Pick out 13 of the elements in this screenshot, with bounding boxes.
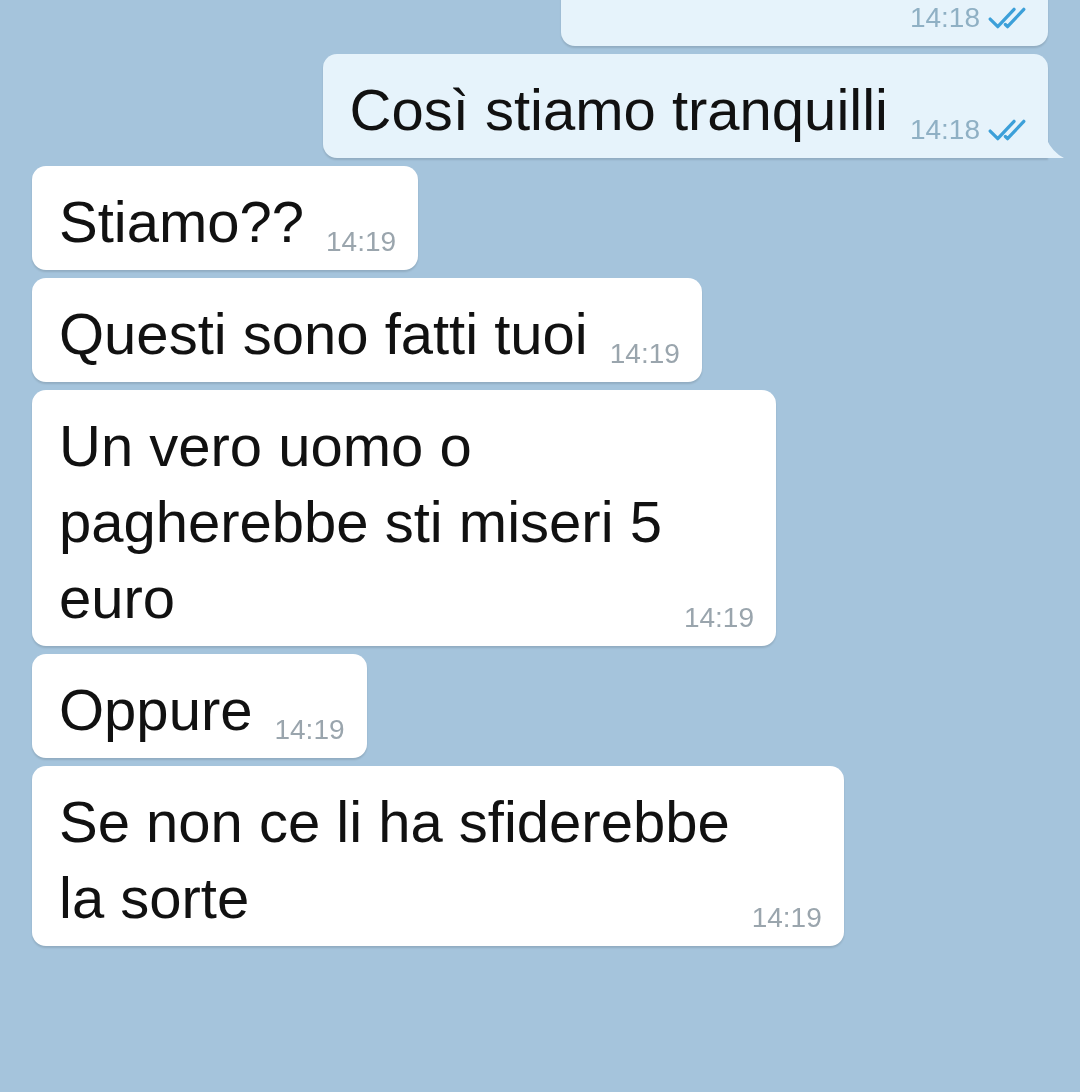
message-time: 14:18 bbox=[909, 2, 980, 34]
message-text: Un vero uomo o pagherebbe sti miseri 5 euro bbox=[59, 412, 662, 632]
message-time: 14:19 bbox=[609, 338, 680, 370]
message-time: 14:19 bbox=[326, 226, 397, 258]
message-time: 14:19 bbox=[683, 602, 754, 634]
message-text: Così stiamo tranquilli bbox=[349, 76, 888, 144]
message-time: 14:19 bbox=[274, 714, 345, 746]
message-time: 14:19 bbox=[751, 902, 822, 934]
message-text: Questi sono fatti tuoi bbox=[59, 300, 588, 368]
message-time: 14:18 bbox=[909, 114, 980, 146]
message-text: Oppure bbox=[59, 676, 253, 744]
message-text: Stiamo?? bbox=[59, 188, 305, 256]
message-text: Se non ce li ha sfiderebbe la sorte bbox=[59, 788, 730, 932]
